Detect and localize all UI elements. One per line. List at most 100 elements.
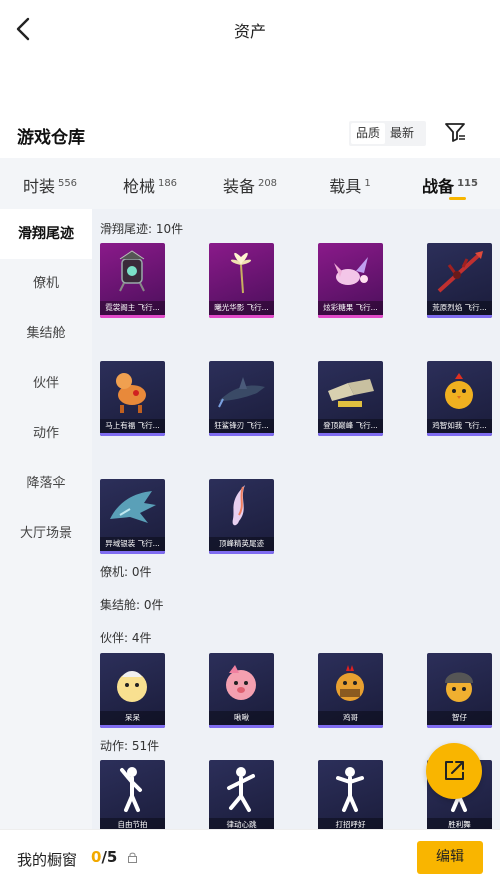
showcase-total: /5 <box>101 848 118 866</box>
item-card[interactable]: 智仔 <box>427 653 492 728</box>
sidebar-item-wingman[interactable]: 僚机 <box>0 259 92 309</box>
tab-count: 556 <box>57 178 78 189</box>
sidebar-item-emote[interactable]: 动作 <box>0 409 92 459</box>
rarity-bar <box>100 725 165 728</box>
warehouse-title: 游戏仓库 <box>17 128 85 148</box>
rarity-bar <box>100 315 165 318</box>
item-name: 荒原烈焰 飞行... <box>427 301 492 315</box>
item-name: 呆呆 <box>100 711 165 725</box>
rarity-bar <box>318 433 383 436</box>
item-card[interactable]: 打招呼好 <box>318 760 383 829</box>
dance-icon <box>336 767 364 812</box>
item-grid-panel: 滑翔尾迹: 10件 霓裳阁主 飞行... 曦光华影 飞行... 炫彩糖果 飞行.… <box>92 209 500 829</box>
sidebar-item-lobby-scene[interactable]: 大厅场景 <box>0 509 92 559</box>
item-card[interactable]: 自由节拍 <box>100 760 165 829</box>
rarity-bar <box>100 433 165 436</box>
showcase-count: 0/5 <box>91 848 117 866</box>
item-name: 自由节拍 <box>100 818 165 829</box>
tab-vehicles[interactable]: 载具 1 <box>300 158 400 209</box>
item-name: 智仔 <box>427 711 492 725</box>
item-name: 胜利舞 <box>427 818 492 829</box>
sort-latest-button[interactable]: 最新 <box>385 123 419 144</box>
item-name: 登顶巅峰 飞行... <box>318 419 383 433</box>
yellow-chick-icon <box>117 671 147 702</box>
lock-icon <box>128 852 137 863</box>
sort-toggle: 品质 最新 <box>349 121 426 146</box>
helmet-chick-icon <box>445 672 473 702</box>
item-name: 霓裳阁主 飞行... <box>100 301 165 315</box>
item-card[interactable]: 马上有福 飞行... <box>100 361 165 436</box>
flame-trail-icon <box>232 485 245 526</box>
item-name: 啾啾 <box>209 711 274 725</box>
sidebar: 滑翔尾迹 僚机 集结舱 伙伴 动作 降落伞 大厅场景 <box>0 209 92 829</box>
item-card[interactable]: 顶峰精英尾迹 <box>209 479 274 554</box>
tab-label: 装备 <box>222 177 255 196</box>
item-card[interactable]: 鸡哥 <box>318 653 383 728</box>
flower-icon <box>230 252 252 294</box>
rarity-bar <box>209 551 274 554</box>
item-card[interactable]: 炫彩糖果 飞行... <box>318 243 383 318</box>
tab-equipment[interactable]: 装备 208 <box>200 158 300 209</box>
dance-icon <box>120 767 142 812</box>
edit-button[interactable]: 编辑 <box>417 841 483 874</box>
chick-icon <box>445 373 473 409</box>
category-tabs: 时装 556 枪械 186 装备 208 载具 1 战备 115 <box>0 158 500 209</box>
item-name: 狂鲨锋刃 飞行... <box>209 419 274 433</box>
rarity-bar <box>100 551 165 554</box>
item-card[interactable]: 律动心跳 <box>209 760 274 829</box>
section-title-trail: 滑翔尾迹: 10件 <box>100 222 184 236</box>
dance-icon <box>227 767 255 812</box>
item-name: 鸡智如我 飞行... <box>427 419 492 433</box>
item-name: 律动心跳 <box>209 818 274 829</box>
showcase-current: 0 <box>91 848 102 866</box>
item-card[interactable]: 狂鲨锋刃 飞行... <box>209 361 274 436</box>
item-card[interactable]: 霓裳阁主 飞行... <box>100 243 165 318</box>
tab-label: 枪械 <box>122 177 155 196</box>
rooster-icon <box>336 665 364 701</box>
tab-label: 时装 <box>22 177 55 196</box>
share-icon <box>445 761 464 780</box>
item-name: 炫彩糖果 飞行... <box>318 301 383 315</box>
item-card[interactable]: 鸡智如我 飞行... <box>427 361 492 436</box>
tab-count: 208 <box>257 178 278 189</box>
active-tab-indicator <box>449 197 466 200</box>
rarity-bar <box>427 433 492 436</box>
sidebar-item-partner[interactable]: 伙伴 <box>0 359 92 409</box>
section-title-partner: 伙伴: 4件 <box>100 631 152 645</box>
share-button[interactable] <box>426 743 482 799</box>
item-card[interactable]: 荒原烈焰 飞行... <box>427 243 492 318</box>
item-card[interactable]: 啾啾 <box>209 653 274 728</box>
section-title-wingman: 僚机: 0件 <box>100 565 152 579</box>
tab-fashion[interactable]: 时装 556 <box>0 158 100 209</box>
lantern-icon <box>119 250 145 292</box>
dragon-icon <box>110 491 156 523</box>
rarity-bar <box>427 315 492 318</box>
bottom-bar: 我的橱窗 0/5 编辑 <box>0 829 500 885</box>
rarity-bar <box>209 315 274 318</box>
item-name: 马上有福 飞行... <box>100 419 165 433</box>
sidebar-item-parachute[interactable]: 降落伞 <box>0 459 92 509</box>
horse-icon <box>116 373 146 413</box>
sidebar-item-glide-trail[interactable]: 滑翔尾迹 <box>0 209 92 259</box>
item-card[interactable]: 呆呆 <box>100 653 165 728</box>
tab-label: 载具 <box>329 177 362 196</box>
item-card[interactable]: 登顶巅峰 飞行... <box>318 361 383 436</box>
sidebar-item-capsule[interactable]: 集结舱 <box>0 309 92 359</box>
rarity-bar <box>209 433 274 436</box>
item-card[interactable]: 曦光华影 飞行... <box>209 243 274 318</box>
item-card[interactable]: 异域银装 飞行... <box>100 479 165 554</box>
tab-combat-prep[interactable]: 战备 115 <box>400 158 500 209</box>
item-name: 打招呼好 <box>318 818 383 829</box>
shark-icon <box>218 377 265 408</box>
section-title-capsule: 集结舱: 0件 <box>100 598 164 612</box>
boots-icon <box>328 379 374 407</box>
candy-icon <box>334 257 368 285</box>
tab-count: 1 <box>364 178 371 189</box>
page-title: 资产 <box>233 22 266 41</box>
tab-guns[interactable]: 枪械 186 <box>100 158 200 209</box>
item-name: 曦光华影 飞行... <box>209 301 274 315</box>
filter-icon[interactable] <box>444 121 466 143</box>
item-name: 异域银装 飞行... <box>100 537 165 551</box>
item-name: 鸡哥 <box>318 711 383 725</box>
sort-quality-button[interactable]: 品质 <box>351 123 386 144</box>
